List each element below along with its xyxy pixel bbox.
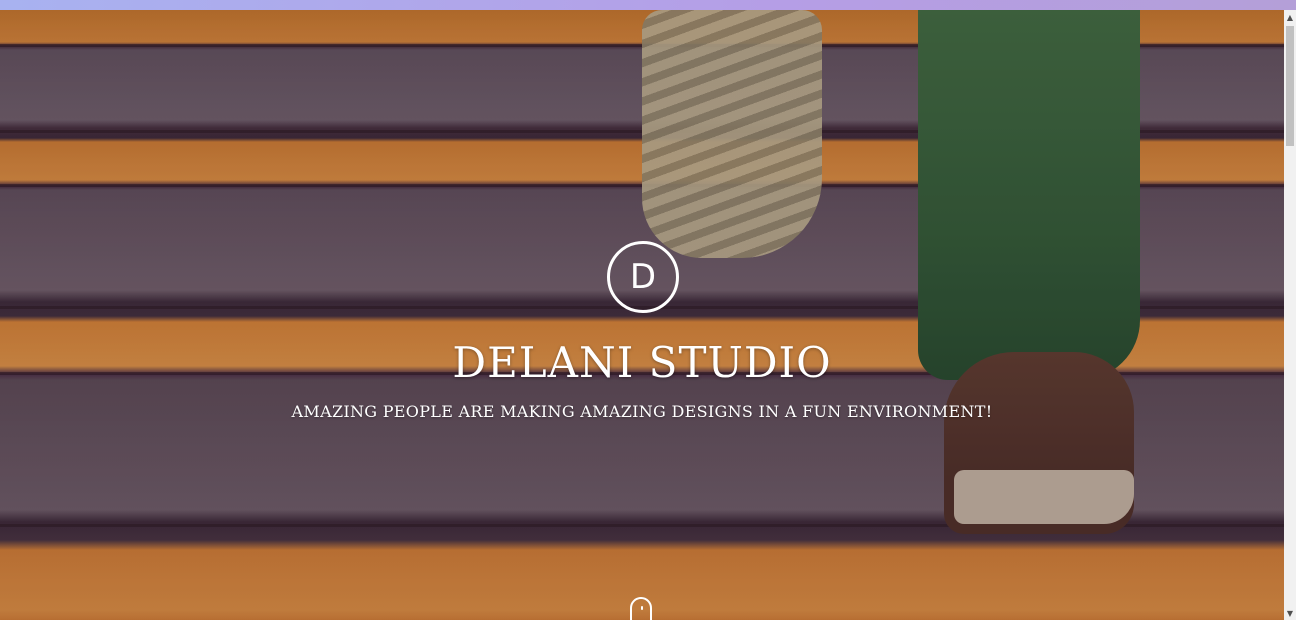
scroll-wheel-dot <box>641 606 643 610</box>
mouse-scroll-icon[interactable] <box>630 597 652 620</box>
scrollbar-thumb[interactable] <box>1286 26 1294 146</box>
hero-color-overlay <box>0 10 1284 620</box>
page-scrollbar[interactable]: ▲ ▼ <box>1284 10 1296 620</box>
top-accent-strip <box>0 0 1296 10</box>
logo-badge[interactable]: D <box>607 241 679 313</box>
site-title: DELANI STUDIO <box>452 338 832 387</box>
logo-letter: D <box>629 257 657 297</box>
scroll-down-arrow-icon[interactable]: ▼ <box>1284 606 1296 620</box>
site-tagline: AMAZING PEOPLE ARE MAKING AMAZING DESIGN… <box>291 402 993 421</box>
hero-section: D DELANI STUDIO AMAZING PEOPLE ARE MAKIN… <box>0 10 1284 620</box>
scroll-up-arrow-icon[interactable]: ▲ <box>1284 10 1296 24</box>
